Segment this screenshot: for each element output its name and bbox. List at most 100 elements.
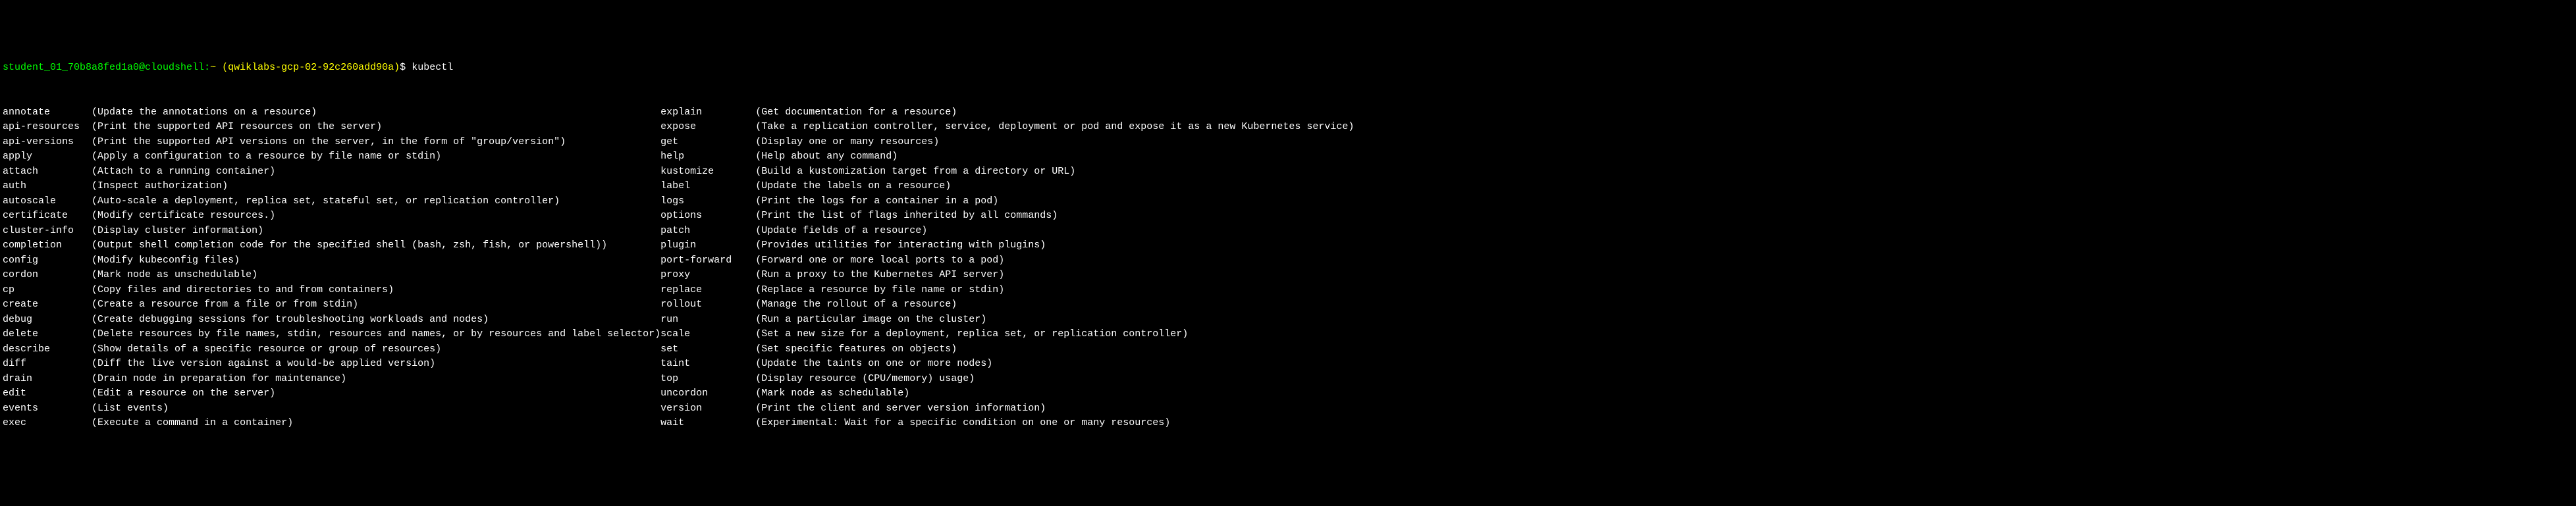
command-row: rollout (Manage the rollout of a resourc… (660, 297, 1354, 313)
command-description: (Update fields of a resource) (755, 224, 927, 239)
command-name: plugin (660, 238, 755, 253)
command-row: cluster-info (Display cluster informatio… (3, 224, 660, 239)
command-name: exec (3, 416, 92, 431)
command-name: scale (660, 327, 755, 342)
prompt-user: student_01_70b8a8fed1a0@cloudshell (3, 61, 204, 76)
command-name: annotate (3, 105, 92, 120)
command-description: (Diff the live version against a would-b… (92, 357, 435, 372)
command-name: version (660, 401, 755, 417)
command-row: patch (Update fields of a resource) (660, 224, 1354, 239)
command-name: set (660, 342, 755, 357)
command-name: port-forward (660, 253, 755, 268)
prompt-tilde: ~ (210, 61, 216, 76)
command-name: rollout (660, 297, 755, 313)
command-name: config (3, 253, 92, 268)
command-name: taint (660, 357, 755, 372)
command-description: (Set specific features on objects) (755, 342, 957, 357)
command-name: apply (3, 149, 92, 164)
command-name: debug (3, 313, 92, 328)
command-name: label (660, 179, 755, 194)
command-row: diff (Diff the live version against a wo… (3, 357, 660, 372)
command-description: (Replace a resource by file name or stdi… (755, 283, 1004, 298)
command-description: (Forward one or more local ports to a po… (755, 253, 1004, 268)
command-description: (Display resource (CPU/memory) usage) (755, 372, 975, 387)
command-name: api-versions (3, 135, 92, 150)
command-name: kustomize (660, 164, 755, 180)
command-name: certificate (3, 209, 92, 224)
command-description: (Build a kustomization target from a dir… (755, 164, 1075, 180)
command-name: api-resources (3, 120, 92, 135)
command-description: (Create debugging sessions for troublesh… (92, 313, 489, 328)
command-row: scale (Set a new size for a deployment, … (660, 327, 1354, 342)
command-name: diff (3, 357, 92, 372)
left-column: annotate (Update the annotations on a re… (3, 105, 660, 431)
command-row: set (Set specific features on objects) (660, 342, 1354, 357)
right-column: explain (Get documentation for a resourc… (660, 105, 1354, 431)
command-row: attach (Attach to a running container) (3, 164, 660, 180)
command-description: (Print the supported API resources on th… (92, 120, 382, 135)
command-description: (Run a proxy to the Kubernetes API serve… (755, 268, 1004, 283)
command-row: logs (Print the logs for a container in … (660, 194, 1354, 209)
command-description: (Copy files and directories to and from … (92, 283, 394, 298)
command-name: top (660, 372, 755, 387)
command-description: (Set a new size for a deployment, replic… (755, 327, 1188, 342)
command-name: proxy (660, 268, 755, 283)
command-row: auth (Inspect authorization) (3, 179, 660, 194)
command-name: cp (3, 283, 92, 298)
command-row: cordon (Mark node as unschedulable) (3, 268, 660, 283)
prompt-path: qwiklabs-gcp-02-92c260add90a (228, 61, 394, 76)
command-row: delete (Delete resources by file names, … (3, 327, 660, 342)
command-description: (Help about any command) (755, 149, 898, 164)
prompt-separator: : (204, 61, 210, 76)
command-description: (Run a particular image on the cluster) (755, 313, 986, 328)
command-row: kustomize (Build a kustomization target … (660, 164, 1354, 180)
command-description: (Delete resources by file names, stdin, … (92, 327, 660, 342)
command-description: (Provides utilities for interacting with… (755, 238, 1046, 253)
command-description: (Take a replication controller, service,… (755, 120, 1354, 135)
command-description: (Apply a configuration to a resource by … (92, 149, 441, 164)
command-name: autoscale (3, 194, 92, 209)
command-name: attach (3, 164, 92, 180)
command-row: certificate (Modify certificate resource… (3, 209, 660, 224)
command-description: (Get documentation for a resource) (755, 105, 957, 120)
command-row: proxy (Run a proxy to the Kubernetes API… (660, 268, 1354, 283)
command-row: create (Create a resource from a file or… (3, 297, 660, 313)
command-description: (Edit a resource on the server) (92, 386, 275, 401)
command-description: (Update the taints on one or more nodes) (755, 357, 992, 372)
command-description: (Experimental: Wait for a specific condi… (755, 416, 1170, 431)
prompt-command: kubectl (412, 61, 453, 76)
command-description: (Mark node as unschedulable) (92, 268, 257, 283)
command-row: annotate (Update the annotations on a re… (3, 105, 660, 120)
command-description: (Print the list of flags inherited by al… (755, 209, 1058, 224)
command-name: patch (660, 224, 755, 239)
prompt-dollar: $ (400, 61, 412, 76)
command-row: expose (Take a replication controller, s… (660, 120, 1354, 135)
command-row: apply (Apply a configuration to a resour… (3, 149, 660, 164)
command-row: taint (Update the taints on one or more … (660, 357, 1354, 372)
terminal-prompt-line[interactable]: student_01_70b8a8fed1a0@cloudshell:~ (qw… (3, 61, 2573, 76)
command-name: describe (3, 342, 92, 357)
command-name: drain (3, 372, 92, 387)
command-row: describe (Show details of a specific res… (3, 342, 660, 357)
command-row: label (Update the labels on a resource) (660, 179, 1354, 194)
command-row: cp (Copy files and directories to and fr… (3, 283, 660, 298)
command-name: replace (660, 283, 755, 298)
command-name: completion (3, 238, 92, 253)
command-row: explain (Get documentation for a resourc… (660, 105, 1354, 120)
command-row: exec (Execute a command in a container) (3, 416, 660, 431)
command-description: (Display cluster information) (92, 224, 263, 239)
command-description: (Execute a command in a container) (92, 416, 293, 431)
command-row: completion (Output shell completion code… (3, 238, 660, 253)
command-description: (Update the labels on a resource) (755, 179, 951, 194)
command-description: (Manage the rollout of a resource) (755, 297, 957, 313)
command-description: (Update the annotations on a resource) (92, 105, 317, 120)
command-name: delete (3, 327, 92, 342)
command-name: get (660, 135, 755, 150)
command-description: (Print the supported API versions on the… (92, 135, 566, 150)
command-name: cluster-info (3, 224, 92, 239)
command-description: (List events) (92, 401, 169, 417)
command-description: (Attach to a running container) (92, 164, 275, 180)
prompt-path-open: ( (216, 61, 228, 76)
command-name: help (660, 149, 755, 164)
command-row: config (Modify kubeconfig files) (3, 253, 660, 268)
